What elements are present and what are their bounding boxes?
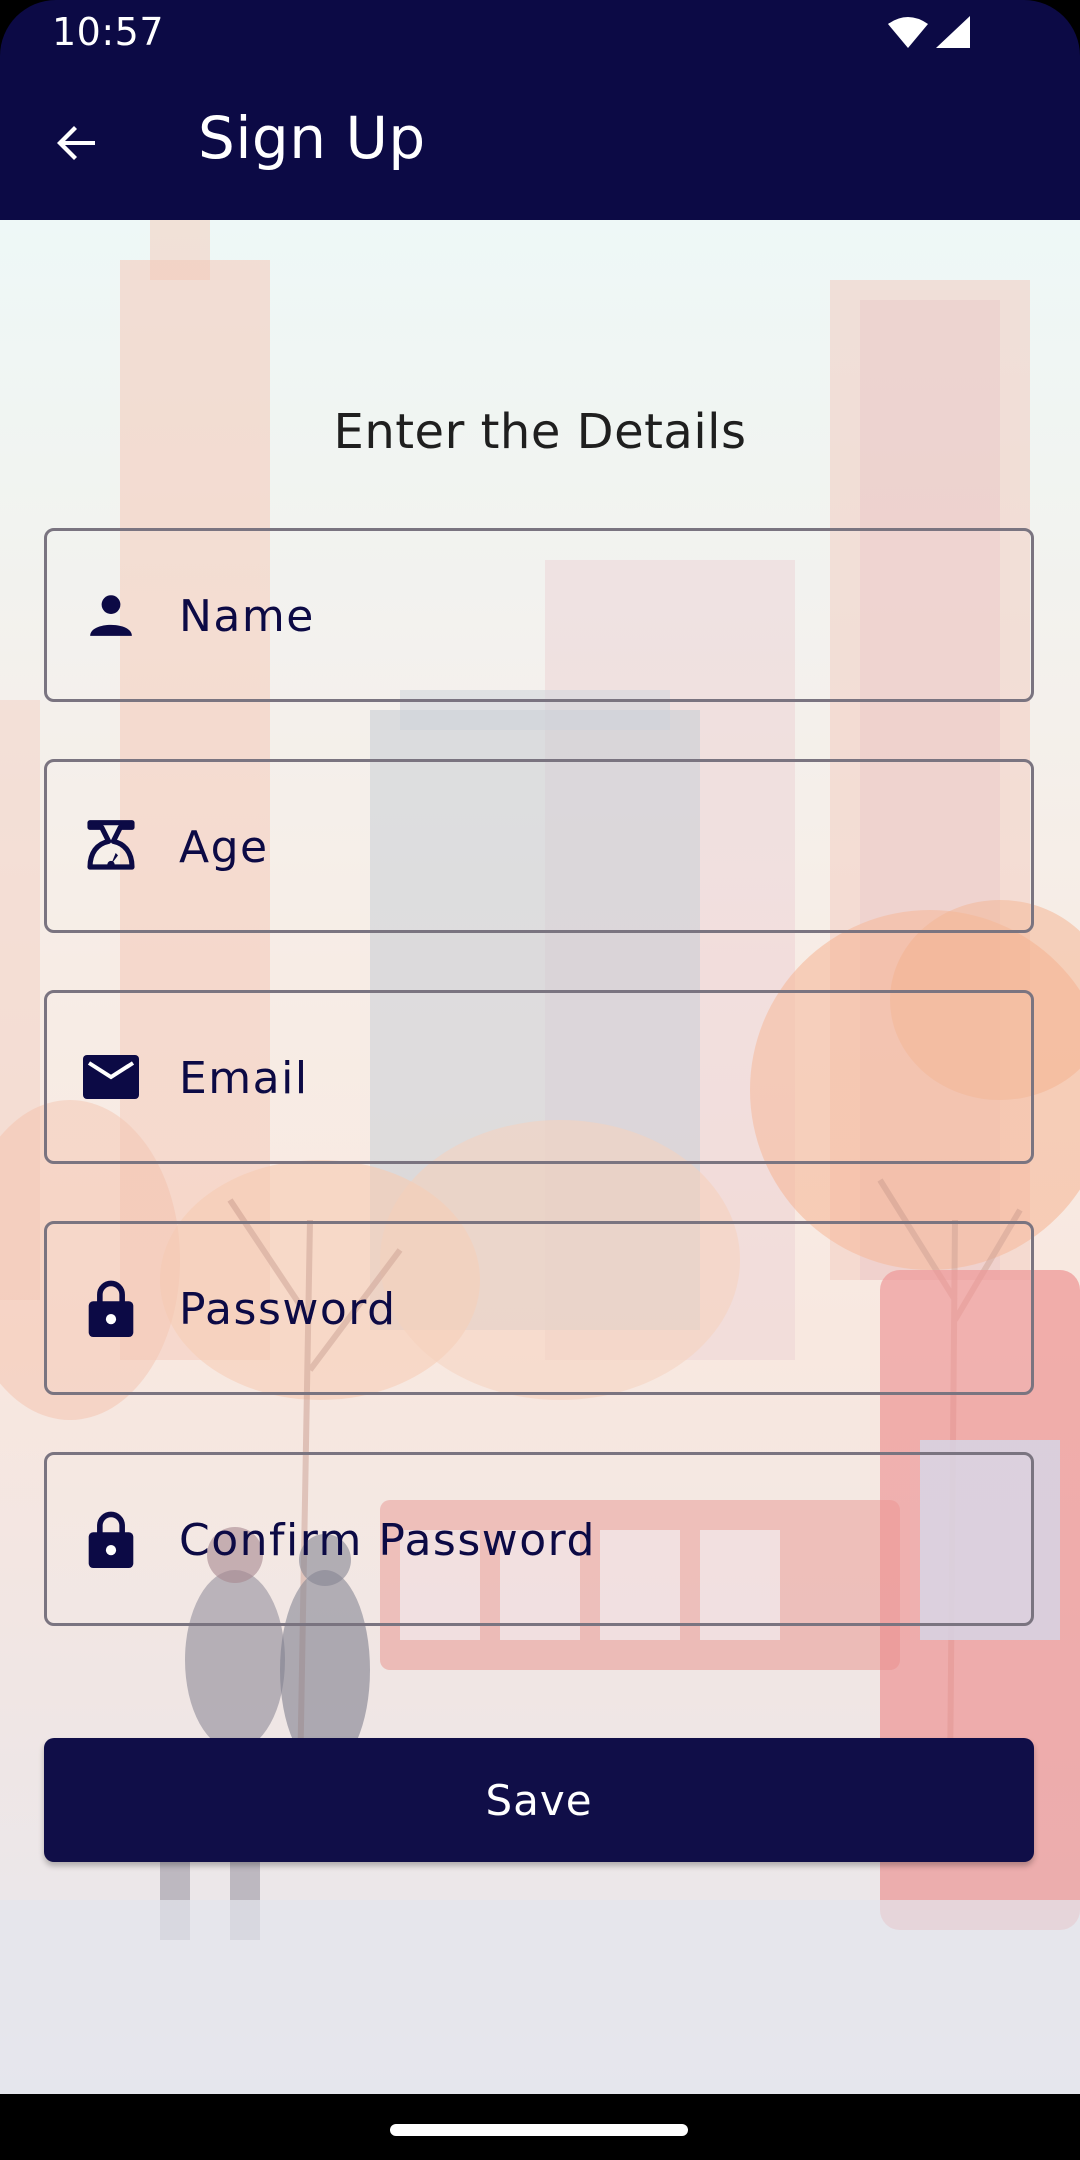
screen: 10:57 Sign Up Enter the Details Name Age… <box>0 0 1080 2160</box>
status-icons <box>888 16 970 48</box>
save-button[interactable]: Save <box>44 1738 1034 1862</box>
home-gesture-pill[interactable] <box>390 2124 688 2136</box>
signal-icon <box>936 16 970 48</box>
lock-icon <box>83 1511 139 1568</box>
form-content: Enter the Details Name Age Email Save <box>0 220 1080 2094</box>
age-icon <box>83 818 139 874</box>
person-icon <box>83 587 139 643</box>
age-field[interactable] <box>44 759 1034 933</box>
password-input[interactable] <box>177 1224 1011 1394</box>
password-field[interactable] <box>44 1221 1034 1395</box>
name-field[interactable] <box>44 528 1034 702</box>
section-heading: Enter the Details <box>333 404 747 460</box>
status-time: 10:57 <box>52 10 165 54</box>
navigation-bar <box>0 2094 1080 2160</box>
arrow-back-icon <box>57 126 95 160</box>
status-bar: 10:57 <box>0 0 1080 66</box>
back-button[interactable] <box>44 110 110 176</box>
mail-icon <box>83 1049 139 1105</box>
page-title: Sign Up <box>198 104 426 172</box>
wifi-icon <box>888 17 928 48</box>
email-input[interactable] <box>177 993 1011 1163</box>
lock-icon <box>83 1280 139 1337</box>
age-input[interactable] <box>177 762 1011 932</box>
email-field[interactable] <box>44 990 1034 1164</box>
name-input[interactable] <box>177 531 1011 701</box>
confirm-password-input[interactable] <box>177 1455 1011 1625</box>
confirm-password-field[interactable] <box>44 1452 1034 1626</box>
app-bar: Sign Up <box>0 66 1080 220</box>
